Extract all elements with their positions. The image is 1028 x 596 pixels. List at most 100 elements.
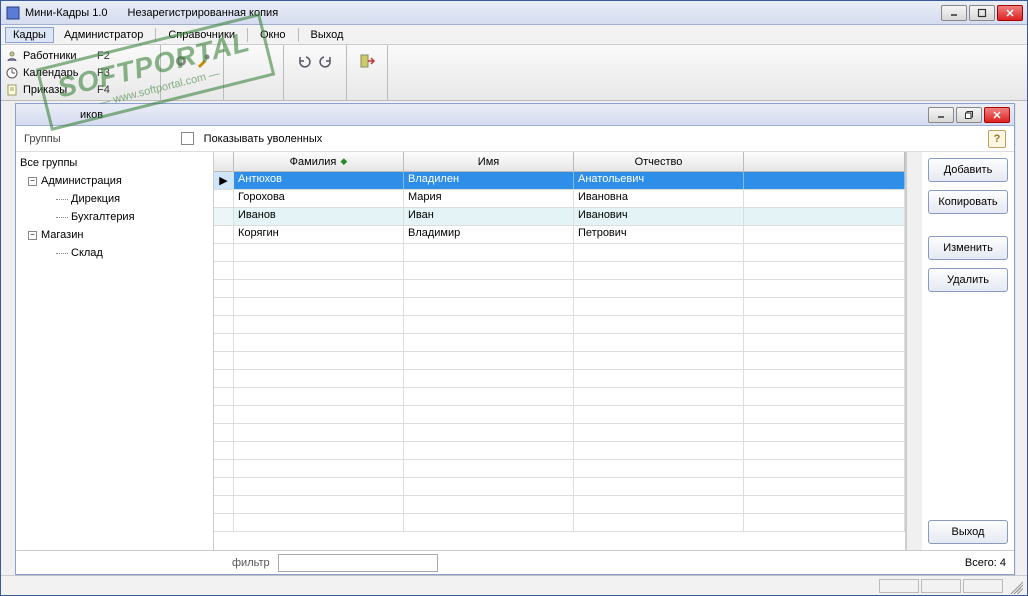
table-cell: Иван xyxy=(404,208,574,225)
status-cell xyxy=(921,579,961,593)
workers-icon xyxy=(5,49,19,63)
inner-window-title: иков xyxy=(80,109,103,121)
table-row[interactable] xyxy=(214,316,905,334)
table-row[interactable] xyxy=(214,406,905,424)
table-row[interactable] xyxy=(214,262,905,280)
copy-button[interactable]: Копировать xyxy=(928,190,1008,214)
window-subtitle: Незарегистрированная копия xyxy=(128,7,279,19)
status-cell xyxy=(879,579,919,593)
grid-col-patronymic[interactable]: Отчество xyxy=(574,152,744,171)
tree-root[interactable]: Все группы xyxy=(16,154,213,172)
row-marker xyxy=(214,190,234,207)
exit-button[interactable]: Выход xyxy=(928,520,1008,544)
total-label: Всего: 4 xyxy=(965,557,1006,569)
table-row[interactable] xyxy=(214,424,905,442)
mdi-area: иков Группы Показывать уволенных ? Все г xyxy=(1,101,1027,575)
table-cell: Ивановна xyxy=(574,190,744,207)
inner-minimize-button[interactable] xyxy=(928,107,954,123)
redo-icon[interactable] xyxy=(318,53,334,69)
grid-rows[interactable]: ▶АнтюховВладиленАнатольевичГороховаМария… xyxy=(214,172,905,550)
minimize-button[interactable] xyxy=(941,5,967,21)
grid-col-firstname[interactable]: Имя xyxy=(404,152,574,171)
grid[interactable]: Фамилия◆ Имя Отчество ▶АнтюховВладиленАн… xyxy=(214,152,906,550)
table-cell: Петрович xyxy=(574,226,744,243)
filter-input[interactable] xyxy=(278,554,438,572)
status-cell xyxy=(963,579,1003,593)
table-row[interactable] xyxy=(214,388,905,406)
table-row[interactable] xyxy=(214,370,905,388)
tree-leaf-direction[interactable]: Дирекция xyxy=(16,190,213,208)
app-icon xyxy=(5,5,21,21)
table-row[interactable]: ▶АнтюховВладиленАнатольевич xyxy=(214,172,905,190)
titlebar: Мини-Кадры 1.0 Незарегистрированная копи… xyxy=(1,1,1027,25)
toolbar-item-workers[interactable]: Работники F2 xyxy=(5,47,156,64)
inner-close-button[interactable] xyxy=(984,107,1010,123)
table-row[interactable]: ИвановИванИванович xyxy=(214,208,905,226)
grid-col-lastname[interactable]: Фамилия◆ xyxy=(234,152,404,171)
table-row[interactable]: ГороховаМарияИвановна xyxy=(214,190,905,208)
tree-pane[interactable]: Все группы −Администрация Дирекция Бухга… xyxy=(16,152,214,550)
tree-node-administration[interactable]: −Администрация xyxy=(16,172,213,190)
undo-icon[interactable] xyxy=(296,53,312,69)
table-cell: Корягин xyxy=(234,226,404,243)
edit-button[interactable]: Изменить xyxy=(928,236,1008,260)
show-fired-checkbox[interactable] xyxy=(181,132,194,145)
table-row[interactable] xyxy=(214,280,905,298)
table-row[interactable] xyxy=(214,334,905,352)
tree-leaf-accounting[interactable]: Бухгалтерия xyxy=(16,208,213,226)
row-marker xyxy=(214,208,234,225)
vertical-scrollbar[interactable] xyxy=(906,152,922,550)
size-grip[interactable] xyxy=(1007,578,1023,594)
grid-col-spacer xyxy=(744,152,905,171)
toolbar-item-calendar[interactable]: Календарь F3 xyxy=(5,64,156,81)
tree-leaf-warehouse[interactable]: Склад xyxy=(16,244,213,262)
inner-subbar: Группы Показывать уволенных ? xyxy=(16,126,1014,152)
table-cell xyxy=(744,208,905,225)
grid-row-marker-header xyxy=(214,152,234,171)
inner-restore-button[interactable] xyxy=(956,107,982,123)
grid-header: Фамилия◆ Имя Отчество xyxy=(214,152,905,172)
inner-window: иков Группы Показывать уволенных ? Все г xyxy=(15,103,1015,575)
table-cell: Иванович xyxy=(574,208,744,225)
outer-statusbar xyxy=(1,575,1027,595)
menu-admin[interactable]: Администратор xyxy=(56,27,151,43)
close-button[interactable] xyxy=(997,5,1023,21)
table-cell xyxy=(744,226,905,243)
show-fired-label: Показывать уволенных xyxy=(204,133,323,145)
table-cell: Анатольевич xyxy=(574,172,744,189)
filter-label: фильтр xyxy=(232,557,270,569)
table-row[interactable] xyxy=(214,442,905,460)
calendar-icon xyxy=(5,66,19,80)
collapse-icon[interactable]: − xyxy=(28,231,37,240)
tree-node-shop[interactable]: −Магазин xyxy=(16,226,213,244)
table-row[interactable] xyxy=(214,298,905,316)
menu-exit[interactable]: Выход xyxy=(303,27,352,43)
table-cell: Горохова xyxy=(234,190,404,207)
groups-label: Группы xyxy=(24,133,61,145)
gear-icon[interactable] xyxy=(173,53,189,69)
table-cell: Владилен xyxy=(404,172,574,189)
table-row[interactable] xyxy=(214,244,905,262)
menu-kadry[interactable]: Кадры xyxy=(5,27,54,43)
menubar: Кадры Администратор Справочники Окно Вых… xyxy=(1,25,1027,45)
menu-refs[interactable]: Справочники xyxy=(160,27,243,43)
sort-asc-icon: ◆ xyxy=(340,156,347,167)
table-row[interactable] xyxy=(214,352,905,370)
table-row[interactable] xyxy=(214,460,905,478)
table-row[interactable] xyxy=(214,496,905,514)
table-row[interactable]: КорягинВладимирПетрович xyxy=(214,226,905,244)
table-row[interactable] xyxy=(214,478,905,496)
table-row[interactable] xyxy=(214,514,905,532)
table-cell: Владимир xyxy=(404,226,574,243)
add-button[interactable]: Добавить xyxy=(928,158,1008,182)
tool-icon[interactable] xyxy=(195,53,211,69)
help-button[interactable]: ? xyxy=(988,130,1006,148)
exit-icon[interactable] xyxy=(359,53,375,69)
window-title: Мини-Кадры 1.0 xyxy=(25,7,108,19)
toolbar-item-orders[interactable]: Приказы F4 xyxy=(5,81,156,98)
delete-button[interactable]: Удалить xyxy=(928,268,1008,292)
menu-window[interactable]: Окно xyxy=(252,27,294,43)
orders-icon xyxy=(5,83,19,97)
collapse-icon[interactable]: − xyxy=(28,177,37,186)
maximize-button[interactable] xyxy=(969,5,995,21)
